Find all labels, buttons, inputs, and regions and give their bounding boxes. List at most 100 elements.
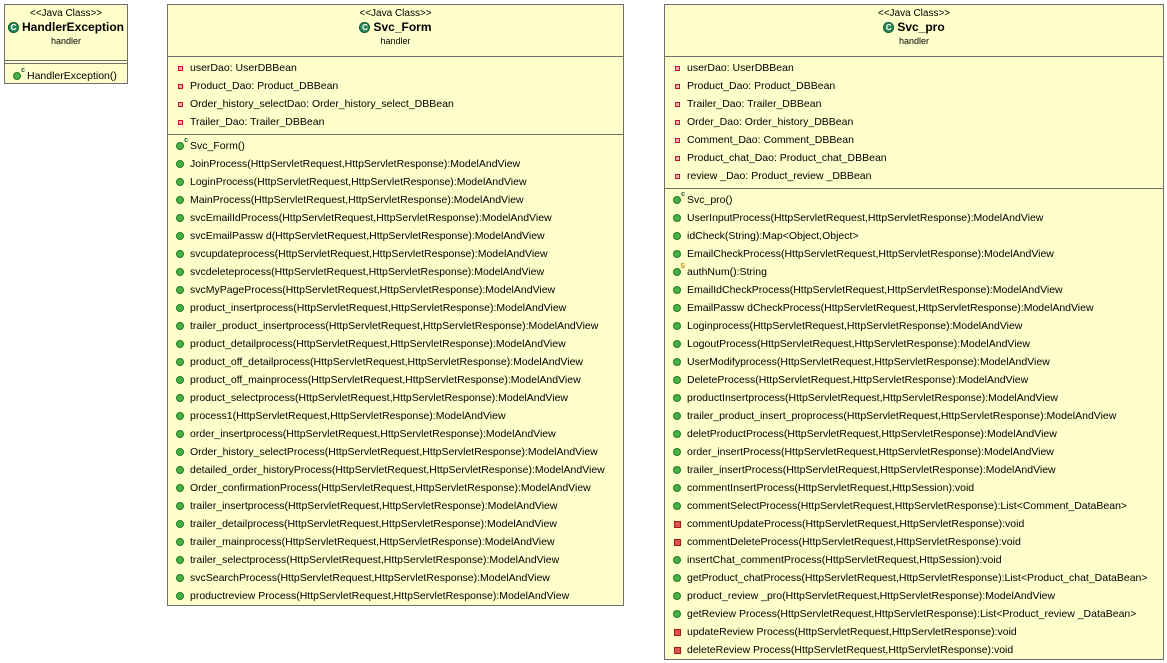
method-row[interactable]: trailer_insertProcess(HttpServletRequest…: [665, 461, 1163, 479]
member-label: Order_confirmationProcess(HttpServletReq…: [190, 482, 591, 494]
method-row[interactable]: Svc_Form(): [168, 137, 623, 155]
method-row[interactable]: process1(HttpServletRequest,HttpServletR…: [168, 407, 623, 425]
field-row[interactable]: Order_history_selectDao: Order_history_s…: [168, 95, 623, 113]
field-row[interactable]: Product_Dao: Product_DBBean: [665, 77, 1163, 95]
method-row[interactable]: trailer_product_insertprocess(HttpServle…: [168, 317, 623, 335]
member-label: svcMyPageProcess(HttpServletRequest,Http…: [190, 284, 556, 296]
method-row[interactable]: idCheck(String):Map<Object,Object>: [665, 227, 1163, 245]
method-row[interactable]: trailer_selectprocess(HttpServletRequest…: [168, 551, 623, 569]
method-row[interactable]: UserInputProcess(HttpServletRequest,Http…: [665, 209, 1163, 227]
field-row[interactable]: userDao: UserDBBean: [168, 59, 623, 77]
method-row[interactable]: Loginprocess(HttpServletRequest,HttpServ…: [665, 317, 1163, 335]
method-row[interactable]: product_detailprocess(HttpServletRequest…: [168, 335, 623, 353]
field-row[interactable]: Comment_Dao: Comment_DBBean: [665, 131, 1163, 149]
method-row[interactable]: svcEmailIdProcess(HttpServletRequest,Htt…: [168, 209, 623, 227]
member-icon-wrap: [671, 65, 683, 71]
method-row[interactable]: Order_history_selectProcess(HttpServletR…: [168, 443, 623, 461]
method-row[interactable]: Svc_pro(): [665, 191, 1163, 209]
class-name: Svc_Form: [373, 20, 432, 34]
field-row[interactable]: Product_chat_Dao: Product_chat_DBBean: [665, 149, 1163, 167]
method-row[interactable]: commentInsertProcess(HttpServletRequest,…: [665, 479, 1163, 497]
method-row[interactable]: deleteReview Process(HttpServletRequest,…: [665, 641, 1163, 659]
method-row[interactable]: svcEmailPassw d(HttpServletRequest,HttpS…: [168, 227, 623, 245]
package-label: handler: [50, 36, 82, 46]
member-icon-wrap: [174, 65, 186, 71]
method-row[interactable]: DeleteProcess(HttpServletRequest,HttpSer…: [665, 371, 1163, 389]
method-row[interactable]: LoginProcess(HttpServletRequest,HttpServ…: [168, 173, 623, 191]
method-row[interactable]: HandlerException(): [5, 67, 127, 85]
member-label: trailer_insertprocess(HttpServletRequest…: [190, 500, 558, 512]
method-row[interactable]: detailed_order_historyProcess(HttpServle…: [168, 461, 623, 479]
method-row[interactable]: product_review _pro(HttpServletRequest,H…: [665, 587, 1163, 605]
method-row[interactable]: trailer_detailprocess(HttpServletRequest…: [168, 515, 623, 533]
field-row[interactable]: Order_Dao: Order_history_DBBean: [665, 113, 1163, 131]
member-icon-wrap: [174, 376, 186, 384]
method-row[interactable]: getProduct_chatProcess(HttpServletReques…: [665, 569, 1163, 587]
private-field-icon: [177, 83, 183, 89]
method-row[interactable]: commentSelectProcess(HttpServletRequest,…: [665, 497, 1163, 515]
method-row[interactable]: product_selectprocess(HttpServletRequest…: [168, 389, 623, 407]
method-row[interactable]: trailer_mainprocess(HttpServletRequest,H…: [168, 533, 623, 551]
field-row[interactable]: Trailer_Dao: Trailer_DBBean: [665, 95, 1163, 113]
field-row[interactable]: userDao: UserDBBean: [665, 59, 1163, 77]
method-row[interactable]: deletProductProcess(HttpServletRequest,H…: [665, 425, 1163, 443]
method-row[interactable]: product_insertprocess(HttpServletRequest…: [168, 299, 623, 317]
member-icon-wrap: [174, 340, 186, 348]
method-row[interactable]: trailer_insertprocess(HttpServletRequest…: [168, 497, 623, 515]
method-row[interactable]: authNum():String: [665, 263, 1163, 281]
method-row[interactable]: Order_confirmationProcess(HttpServletReq…: [168, 479, 623, 497]
member-icon-wrap: [174, 394, 186, 402]
method-row[interactable]: svcMyPageProcess(HttpServletRequest,Http…: [168, 281, 623, 299]
class-title: C Svc_pro: [665, 20, 1163, 35]
public-method-icon: [176, 520, 184, 528]
method-row[interactable]: JoinProcess(HttpServletRequest,HttpServl…: [168, 155, 623, 173]
member-label: svcdeleteprocess(HttpServletRequest,Http…: [190, 266, 545, 278]
method-row[interactable]: commentDeleteProcess(HttpServletRequest,…: [665, 533, 1163, 551]
member-label: Svc_pro(): [687, 194, 733, 206]
private-field-icon: [177, 101, 183, 107]
method-row[interactable]: commentUpdateProcess(HttpServletRequest,…: [665, 515, 1163, 533]
method-row[interactable]: MainProcess(HttpServletRequest,HttpServl…: [168, 191, 623, 209]
method-row[interactable]: LogoutProcess(HttpServletRequest,HttpSer…: [665, 335, 1163, 353]
method-row[interactable]: trailer_product_insert_proprocess(HttpSe…: [665, 407, 1163, 425]
method-row[interactable]: EmailPassw dCheckProcess(HttpServletRequ…: [665, 299, 1163, 317]
method-row[interactable]: insertChat_commentProcess(HttpServletReq…: [665, 551, 1163, 569]
method-row[interactable]: productreview Process(HttpServletRequest…: [168, 587, 623, 605]
member-label: authNum():String: [687, 266, 767, 278]
member-icon-wrap: [671, 358, 683, 366]
method-row[interactable]: svcdeleteprocess(HttpServletRequest,Http…: [168, 263, 623, 281]
class-box-svc-pro[interactable]: <<Java Class>> C Svc_pro handler userDao…: [664, 4, 1164, 660]
member-label: svcSearchProcess(HttpServletRequest,Http…: [190, 572, 550, 584]
class-box-svc-form[interactable]: <<Java Class>> C Svc_Form handler userDa…: [167, 4, 624, 606]
member-icon-wrap: [671, 250, 683, 258]
public-method-icon: [176, 232, 184, 240]
public-method-icon: [176, 484, 184, 492]
method-row[interactable]: product_off_detailprocess(HttpServletReq…: [168, 353, 623, 371]
method-row[interactable]: product_off_mainprocess(HttpServletReque…: [168, 371, 623, 389]
member-label: LoginProcess(HttpServletRequest,HttpServ…: [190, 176, 527, 188]
member-icon-wrap: [671, 538, 683, 546]
public-method-icon: [673, 448, 681, 456]
public-method-icon: [176, 592, 184, 600]
method-row[interactable]: updateReview Process(HttpServletRequest,…: [665, 623, 1163, 641]
method-row[interactable]: order_insertprocess(HttpServletRequest,H…: [168, 425, 623, 443]
method-row[interactable]: svcupdateprocess(HttpServletRequest,Http…: [168, 245, 623, 263]
member-label: product_off_mainprocess(HttpServletReque…: [190, 374, 581, 386]
private-field-icon: [674, 65, 680, 71]
method-row[interactable]: productInsertprocess(HttpServletRequest,…: [665, 389, 1163, 407]
method-row[interactable]: order_insertProcess(HttpServletRequest,H…: [665, 443, 1163, 461]
field-row[interactable]: Product_Dao: Product_DBBean: [168, 77, 623, 95]
member-icon-wrap: [174, 214, 186, 222]
field-row[interactable]: review _Dao: Product_review _DBBean: [665, 167, 1163, 185]
class-box-handler-exception[interactable]: <<Java Class>> C HandlerException handle…: [4, 4, 128, 84]
method-row[interactable]: svcSearchProcess(HttpServletRequest,Http…: [168, 569, 623, 587]
member-icon-wrap: [671, 263, 685, 276]
method-row[interactable]: EmailCheckProcess(HttpServletRequest,Htt…: [665, 245, 1163, 263]
field-row[interactable]: Trailer_Dao: Trailer_DBBean: [168, 113, 623, 131]
member-label: getReview Process(HttpServletRequest,Htt…: [687, 608, 1137, 620]
method-row[interactable]: EmailIdCheckProcess(HttpServletRequest,H…: [665, 281, 1163, 299]
member-label: product_off_detailprocess(HttpServletReq…: [190, 356, 583, 368]
class-title: C HandlerException: [5, 20, 127, 35]
method-row[interactable]: UserModifyprocess(HttpServletRequest,Htt…: [665, 353, 1163, 371]
method-row[interactable]: getReview Process(HttpServletRequest,Htt…: [665, 605, 1163, 623]
